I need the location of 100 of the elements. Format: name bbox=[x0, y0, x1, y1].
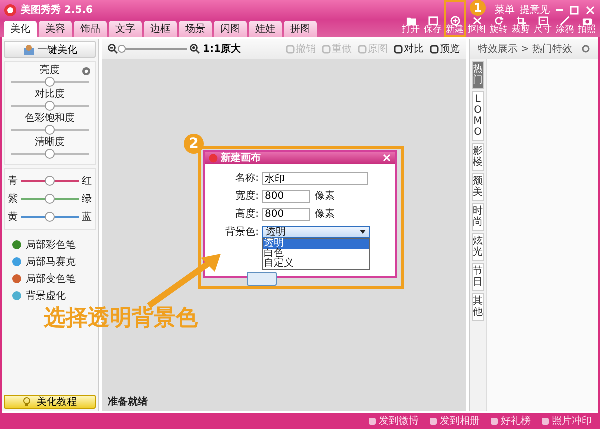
zoom-out-icon[interactable] bbox=[108, 44, 118, 54]
canvas-action-button[interactable]: 对比 bbox=[391, 42, 424, 56]
side-tab[interactable]: 节日 bbox=[472, 263, 484, 291]
dialog-button[interactable] bbox=[247, 272, 277, 286]
bottom-link[interactable]: 好礼榜 bbox=[490, 414, 531, 428]
slider-label: 对比度 bbox=[35, 88, 65, 101]
one-click-button[interactable]: 一键美化 bbox=[4, 41, 96, 58]
slider-thumb[interactable] bbox=[45, 125, 55, 135]
slider-thumb[interactable] bbox=[45, 77, 55, 87]
bottom-link[interactable]: 发到相册 bbox=[429, 414, 480, 428]
action-icon bbox=[322, 44, 331, 54]
slider[interactable] bbox=[21, 212, 79, 222]
tool-item[interactable]: 局部彩色笔 bbox=[12, 238, 96, 252]
close-button[interactable] bbox=[585, 6, 596, 14]
slider-label: 青 bbox=[8, 174, 18, 188]
background-select[interactable]: 透明 bbox=[262, 226, 370, 238]
side-tab[interactable]: LOMO bbox=[472, 91, 484, 141]
toolbar-button[interactable]: 保存 bbox=[422, 14, 444, 37]
bottom-link[interactable]: 照片冲印 bbox=[541, 414, 592, 428]
minimize-button[interactable] bbox=[555, 9, 564, 11]
size-input[interactable]: 800 bbox=[262, 190, 310, 203]
slider-thumb[interactable] bbox=[45, 176, 55, 186]
tab[interactable]: 拼图 bbox=[284, 21, 317, 37]
action-icon bbox=[394, 44, 403, 54]
slider[interactable] bbox=[11, 149, 89, 159]
caret-icon bbox=[360, 230, 366, 234]
toolbar-icon bbox=[516, 16, 526, 26]
field-label: 高度: bbox=[234, 208, 259, 221]
slider-thumb[interactable] bbox=[45, 194, 55, 204]
tutorial-button[interactable]: 美化教程 bbox=[4, 395, 96, 409]
tab[interactable]: 美化 bbox=[4, 21, 37, 37]
toolbar-icon bbox=[582, 16, 592, 26]
toolbar-icon bbox=[494, 16, 504, 26]
side-tab[interactable]: 影楼 bbox=[472, 143, 484, 171]
toolbar-button[interactable]: 裁剪 bbox=[510, 14, 532, 37]
slider[interactable] bbox=[11, 101, 89, 111]
slider-label: 色彩饱和度 bbox=[25, 112, 75, 125]
tab[interactable]: 饰品 bbox=[74, 21, 107, 37]
settings-icon[interactable] bbox=[582, 45, 590, 53]
field-label: 背景色: bbox=[224, 226, 259, 239]
side-tab[interactable]: 热门 bbox=[472, 61, 484, 89]
slider-thumb[interactable] bbox=[45, 212, 55, 222]
tab[interactable]: 边框 bbox=[144, 21, 177, 37]
toolbar-button[interactable]: 新建 bbox=[444, 0, 466, 37]
tab[interactable]: 文字 bbox=[109, 21, 142, 37]
canvas-action-button[interactable]: 预览 bbox=[427, 42, 460, 56]
side-tab[interactable]: 颓美 bbox=[472, 173, 484, 201]
tab[interactable]: 美容 bbox=[39, 21, 72, 37]
toolbar-icon bbox=[428, 16, 438, 26]
slider[interactable] bbox=[11, 125, 89, 135]
slider-thumb[interactable] bbox=[118, 45, 126, 53]
bottom-link[interactable]: 发到微博 bbox=[368, 414, 419, 428]
maximize-button[interactable] bbox=[569, 6, 580, 14]
window-title: 美图秀秀 2.5.6 bbox=[21, 3, 93, 17]
side-tab[interactable]: 其他 bbox=[472, 293, 484, 321]
slider-label: 黄 bbox=[8, 210, 18, 224]
breadcrumb: 特效展示 > 热门特效 bbox=[478, 42, 573, 56]
actual-size-button[interactable]: 1:1原大 bbox=[203, 42, 241, 56]
tool-item[interactable]: 背景虚化 bbox=[12, 289, 96, 303]
reset-icon[interactable] bbox=[82, 67, 91, 76]
size-input[interactable]: 800 bbox=[262, 208, 310, 221]
zoom-slider[interactable] bbox=[121, 45, 187, 53]
slider-label: 紫 bbox=[8, 192, 18, 206]
toolbar-button[interactable]: 拍照 bbox=[576, 14, 598, 37]
app-logo-icon bbox=[4, 4, 17, 16]
status-text: 准备就绪 bbox=[107, 396, 149, 410]
slider[interactable] bbox=[21, 194, 79, 204]
action-icon bbox=[430, 44, 439, 54]
minimize-icon bbox=[556, 9, 563, 11]
toolbar-icon bbox=[472, 16, 482, 26]
field-label: 名称: bbox=[234, 172, 259, 185]
caption-text: 选择透明背景色 bbox=[44, 305, 198, 333]
dropdown-option[interactable]: 白色 bbox=[263, 249, 369, 259]
slider[interactable] bbox=[21, 176, 79, 186]
toolbar-button[interactable]: 打开 bbox=[400, 14, 422, 37]
toolbar-button[interactable]: 尺寸 bbox=[532, 14, 554, 37]
tab[interactable]: 娃娃 bbox=[249, 21, 282, 37]
unit-label: 像素 bbox=[315, 208, 335, 221]
tab[interactable]: 场景 bbox=[179, 21, 212, 37]
close-icon[interactable] bbox=[383, 154, 391, 162]
slider-thumb[interactable] bbox=[45, 149, 55, 159]
slider-label: 红 bbox=[82, 175, 92, 188]
dropdown-option[interactable]: 自定义 bbox=[263, 259, 369, 269]
name-input[interactable]: 水印 bbox=[262, 172, 368, 185]
side-tab[interactable]: 炫光 bbox=[472, 233, 484, 261]
toolbar-button[interactable]: 涂鸦 bbox=[554, 14, 576, 37]
dropdown-option[interactable]: 透明 bbox=[263, 239, 369, 249]
zoom-in-icon[interactable] bbox=[190, 44, 200, 54]
toolbar-icon bbox=[406, 16, 416, 26]
close-icon bbox=[586, 6, 595, 14]
dialog-title: 新建画布 bbox=[221, 151, 261, 165]
slider-label: 蓝 bbox=[82, 210, 92, 224]
slider[interactable] bbox=[11, 77, 89, 87]
tab[interactable]: 闪图 bbox=[214, 21, 247, 37]
side-tab[interactable]: 时尚 bbox=[472, 203, 484, 231]
tool-item[interactable]: 局部马赛克 bbox=[12, 255, 96, 269]
slider-thumb[interactable] bbox=[45, 101, 55, 111]
toolbar-button[interactable]: 旋转 bbox=[488, 14, 510, 37]
toolbar-button[interactable]: 抠图 bbox=[466, 14, 488, 37]
tool-item[interactable]: 局部变色笔 bbox=[12, 272, 96, 286]
